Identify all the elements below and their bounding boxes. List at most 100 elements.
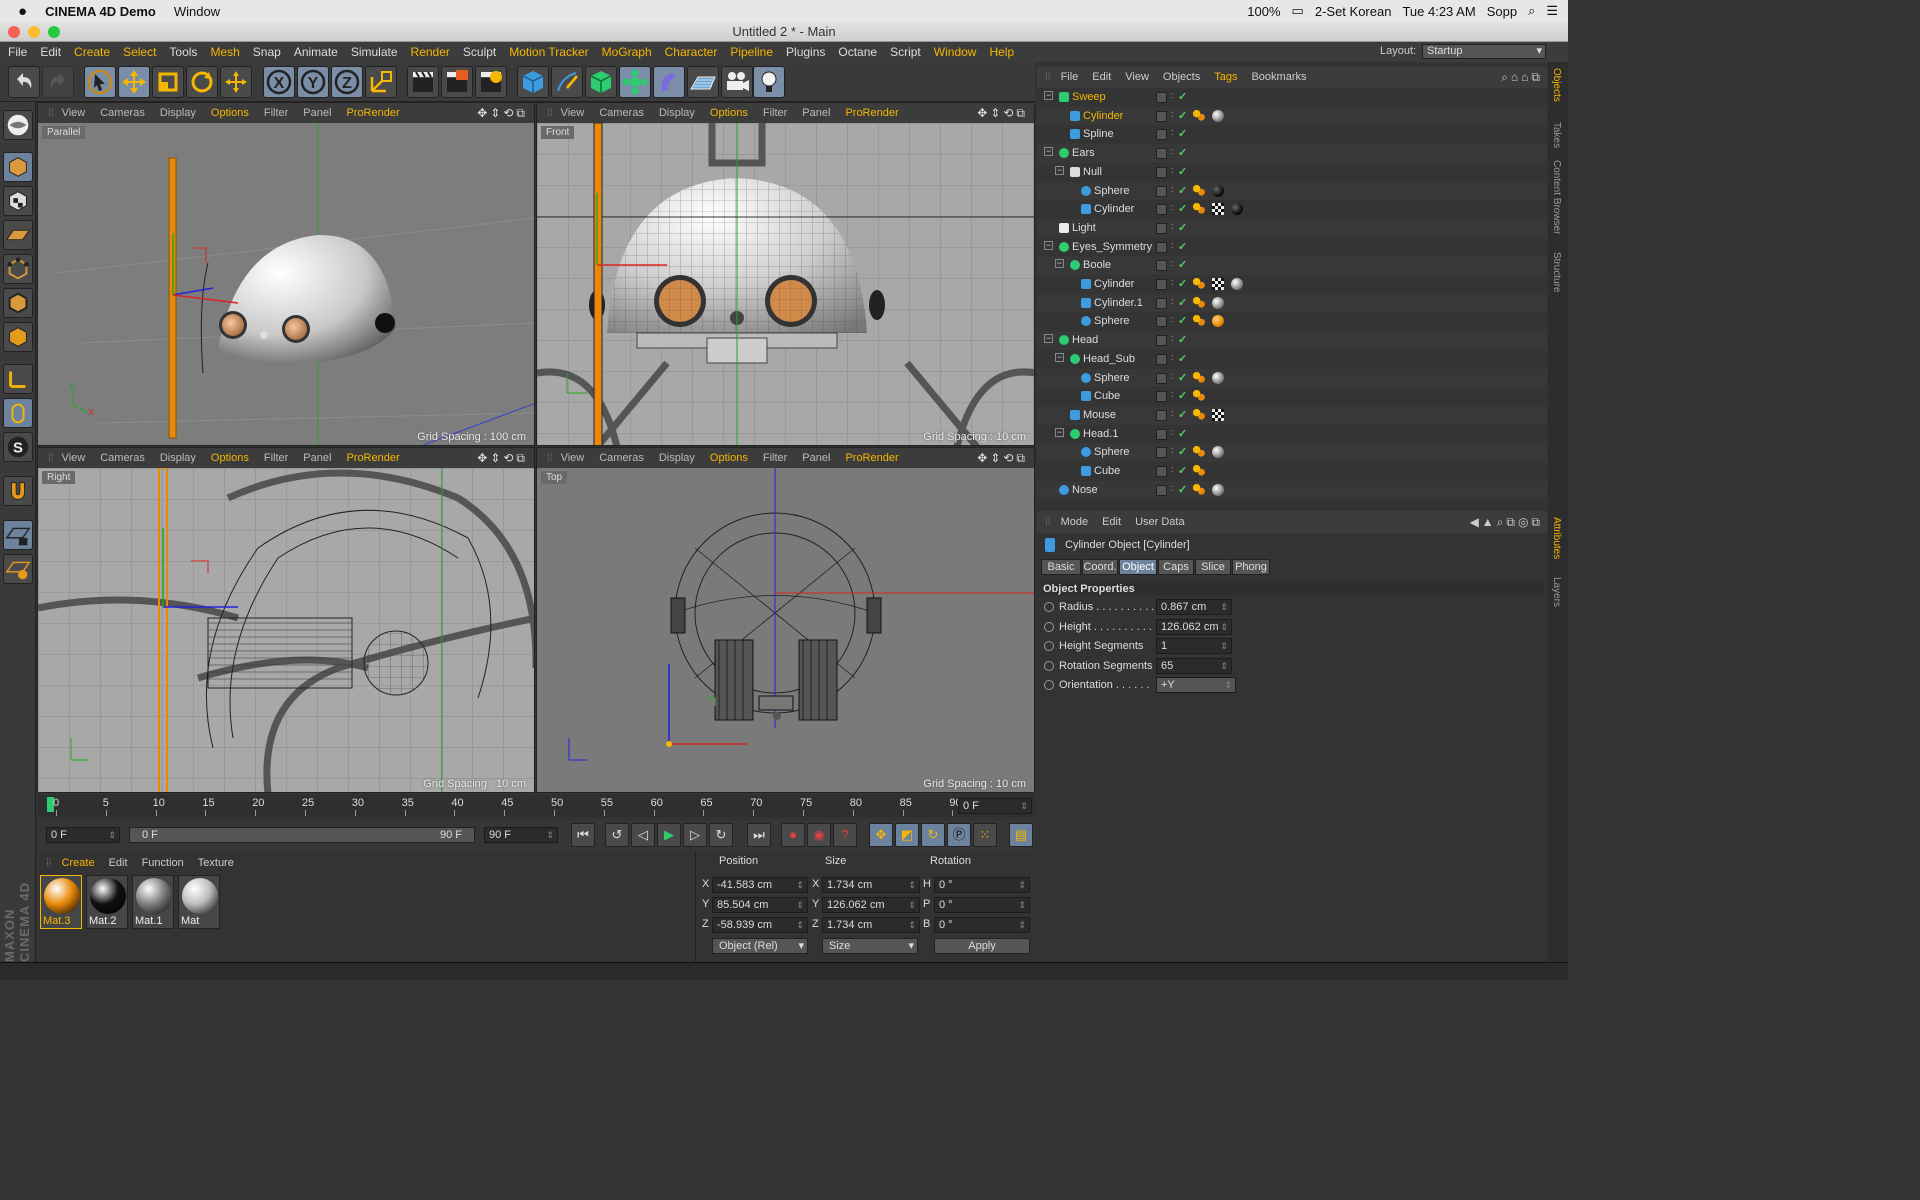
viewport-menu-filter[interactable]: Filter	[264, 107, 288, 119]
menu-file[interactable]: File	[8, 45, 27, 59]
viewport-menu-panel[interactable]: Panel	[802, 107, 830, 119]
viewport-menu-options[interactable]: Options	[211, 452, 249, 464]
previous-frame-button[interactable]: ◁	[631, 823, 655, 847]
key-pla-button[interactable]: ⁙	[973, 823, 997, 847]
visibility-toggle-icon[interactable]	[1156, 279, 1167, 290]
object-row[interactable]: − Head: ✓	[1037, 331, 1547, 350]
record-keys-button[interactable]: ●	[781, 823, 805, 847]
visibility-toggle-icon[interactable]	[1156, 92, 1167, 103]
viewport-front[interactable]: ⁞⁞ View Cameras Display Options Filter Panel Pr…	[536, 102, 1035, 446]
polygons-mode-button[interactable]	[3, 322, 33, 352]
apply-button[interactable]: Apply	[934, 938, 1030, 954]
visibility-toggle-icon[interactable]	[1156, 316, 1167, 328]
phong-tag-icon[interactable]	[1193, 184, 1205, 197]
layout-dropdown[interactable]: Startup ▾	[1422, 44, 1546, 59]
phong-tag-icon[interactable]	[1193, 296, 1205, 309]
viewport-menu-options[interactable]: Options	[710, 107, 748, 119]
layer-dots-icon[interactable]: :	[1171, 184, 1174, 194]
redo-button[interactable]	[42, 66, 74, 98]
material-gray-tag-icon[interactable]	[1212, 446, 1224, 459]
mat-menu-edit[interactable]: Edit	[109, 857, 128, 869]
object-name[interactable]: Light	[1072, 222, 1096, 234]
attr-menu-edit[interactable]: Edit	[1102, 516, 1121, 528]
layers-tab[interactable]: Layers	[1551, 577, 1562, 607]
app-menu[interactable]: CINEMA 4D Demo	[45, 4, 156, 19]
viewport-menu-panel[interactable]: Panel	[303, 452, 331, 464]
expand-toggle-icon[interactable]: −	[1044, 240, 1053, 250]
deformer-button[interactable]	[653, 66, 685, 98]
viewport-nav-icons[interactable]: ✥⇕⟲⧉	[477, 106, 528, 121]
planar-workplane-button[interactable]	[3, 554, 33, 584]
cloner-button[interactable]	[619, 66, 651, 98]
object-name[interactable]: Cylinder	[1083, 110, 1123, 122]
phong-tag-icon[interactable]	[1193, 483, 1205, 496]
viewport-nav-icons[interactable]: ✥⇕⟲⧉	[977, 451, 1028, 466]
takes-tab[interactable]: Takes	[1551, 122, 1562, 148]
viewport-menu-panel[interactable]: Panel	[303, 107, 331, 119]
attr-nav-icons[interactable]: ◀▲⌕⧉◎⧉	[1470, 515, 1543, 530]
tweak-mode-button[interactable]	[3, 398, 33, 428]
enabled-check-icon[interactable]: ✓	[1178, 240, 1187, 253]
enabled-check-icon[interactable]: ✓	[1178, 333, 1187, 346]
edges-mode-button[interactable]	[3, 288, 33, 318]
position-field[interactable]: -41.583 cm	[712, 877, 808, 893]
layer-dots-icon[interactable]: :	[1171, 483, 1174, 493]
enabled-check-icon[interactable]: ✓	[1178, 427, 1187, 440]
next-frame-button[interactable]: ▷	[683, 823, 707, 847]
locked-workplane-button[interactable]	[3, 520, 33, 550]
object-row[interactable]: Nose: ✓	[1037, 480, 1547, 500]
object-row[interactable]: Sphere: ✓	[1037, 443, 1547, 462]
viewport-menu-options[interactable]: Options	[710, 452, 748, 464]
visibility-toggle-icon[interactable]	[1156, 260, 1167, 272]
phong-tag-icon[interactable]	[1193, 203, 1205, 216]
tab-object[interactable]: Object	[1119, 559, 1157, 575]
viewport-top[interactable]: ⁞⁞ View Cameras Display Options Filter Panel Pr…	[536, 447, 1035, 793]
visibility-toggle-icon[interactable]	[1156, 372, 1167, 384]
material-gray-tag-icon[interactable]	[1231, 278, 1243, 290]
om-nav-icons[interactable]: ⌕⌂⌂⧉	[1501, 70, 1543, 85]
object-row[interactable]: − Eyes_Symmetry: ✓	[1037, 237, 1547, 257]
object-name[interactable]: Cube	[1094, 390, 1120, 402]
phong-tag-icon[interactable]	[1193, 278, 1205, 290]
viewport-menu-prorender[interactable]: ProRender	[845, 452, 898, 464]
rotation-field[interactable]: 0 °	[934, 877, 1030, 893]
object-name[interactable]: Head_Sub	[1083, 353, 1135, 365]
viewport-menu-cameras[interactable]: Cameras	[100, 107, 145, 119]
enabled-check-icon[interactable]: ✓	[1178, 165, 1187, 178]
light-button[interactable]	[753, 66, 785, 98]
om-menu-objects[interactable]: Objects	[1163, 71, 1200, 83]
tab-basic[interactable]: Basic	[1041, 559, 1081, 575]
enabled-check-icon[interactable]: ✓	[1178, 146, 1187, 159]
object-row[interactable]: Cylinder: ✓	[1037, 275, 1547, 294]
menu-render[interactable]: Render	[411, 45, 450, 59]
phong-tag-icon[interactable]	[1193, 446, 1205, 459]
user-menu[interactable]: Sopp	[1487, 4, 1517, 19]
enabled-check-icon[interactable]: ✓	[1178, 464, 1187, 477]
live-selection-button[interactable]	[84, 66, 116, 98]
menu-mograph[interactable]: MoGraph	[602, 45, 652, 59]
visibility-toggle-icon[interactable]	[1156, 129, 1167, 141]
viewport-menu-prorender[interactable]: ProRender	[845, 107, 898, 119]
expand-toggle-icon[interactable]: −	[1055, 427, 1064, 437]
viewport-menu-view[interactable]: View	[561, 107, 585, 119]
expand-toggle-icon[interactable]: −	[1044, 334, 1053, 344]
om-menu-bookmarks[interactable]: Bookmarks	[1251, 71, 1306, 83]
viewport-menu-display[interactable]: Display	[160, 107, 196, 119]
enabled-check-icon[interactable]: ✓	[1178, 202, 1187, 215]
expand-toggle-icon[interactable]: −	[1055, 352, 1064, 362]
object-name[interactable]: Cylinder	[1094, 278, 1134, 290]
viewport-menu-display[interactable]: Display	[659, 452, 695, 464]
model-mode-button[interactable]	[3, 152, 33, 182]
enabled-check-icon[interactable]: ✓	[1178, 258, 1187, 271]
layer-dots-icon[interactable]: :	[1171, 258, 1174, 268]
enabled-check-icon[interactable]: ✓	[1178, 389, 1187, 402]
rotation-field[interactable]: 0 °	[934, 897, 1030, 913]
om-menu-edit[interactable]: Edit	[1092, 71, 1111, 83]
workplane-mode-button[interactable]	[3, 220, 33, 250]
tab-phong[interactable]: Phong	[1232, 559, 1270, 575]
viewport-menu-filter[interactable]: Filter	[763, 107, 787, 119]
points-mode-button[interactable]	[3, 254, 33, 284]
object-name[interactable]: Boole	[1083, 259, 1111, 271]
visibility-toggle-icon[interactable]	[1156, 335, 1167, 347]
menu-edit[interactable]: Edit	[40, 45, 61, 59]
